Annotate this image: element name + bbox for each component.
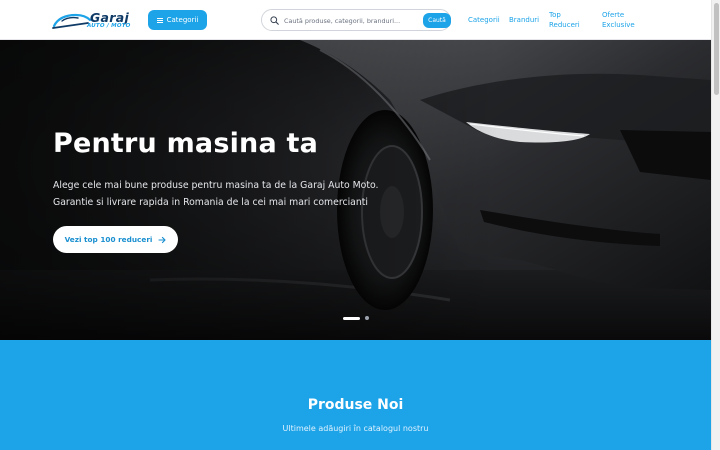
section-subtitle: Ultimele adăugiri în catalogul nostru (282, 424, 429, 433)
scrollbar-thumb[interactable] (714, 3, 719, 95)
page-scrollbar[interactable] (711, 0, 720, 450)
new-products-section: Produse Noi Ultimele adăugiri în catalog… (0, 340, 711, 450)
nav-link-oferte-exclusive[interactable]: Oferte Exclusive (602, 10, 638, 30)
carousel-dot[interactable] (365, 316, 369, 320)
search-icon (270, 16, 279, 25)
logo-subtext: AUTO / MOTO (87, 23, 131, 29)
nav-link-categorii[interactable]: Categorii (468, 15, 500, 25)
categories-button[interactable]: Categorii (148, 10, 207, 30)
hero-banner: Pentru masina ta Alege cele mai bune pro… (0, 40, 711, 340)
car-logo-icon (52, 13, 92, 29)
nav-link-top-reduceri[interactable]: Top Reduceri (549, 10, 585, 30)
top-reduceri-button-label: Vezi top 100 reduceri (64, 235, 153, 244)
arrow-right-icon (158, 236, 166, 243)
search-bar: Caută (261, 9, 451, 31)
hero-subtitle: Alege cele mai bune produse pentru masin… (53, 180, 379, 208)
site-header: Garaj AUTO / MOTO Categorii Caută Catego… (0, 0, 711, 40)
nav-link-branduri[interactable]: Branduri (509, 15, 539, 25)
carousel-indicators (343, 316, 369, 320)
hero-title: Pentru masina ta (53, 128, 319, 159)
menu-icon (156, 17, 163, 23)
categories-button-label: Categorii (166, 16, 199, 24)
site-logo[interactable]: Garaj AUTO / MOTO (52, 9, 134, 31)
search-input[interactable] (284, 13, 420, 28)
search-button[interactable]: Caută (423, 13, 451, 28)
section-title: Produse Noi (307, 397, 404, 413)
carousel-dot-active[interactable] (343, 316, 360, 320)
top-reduceri-button[interactable]: Vezi top 100 reduceri (53, 226, 178, 253)
